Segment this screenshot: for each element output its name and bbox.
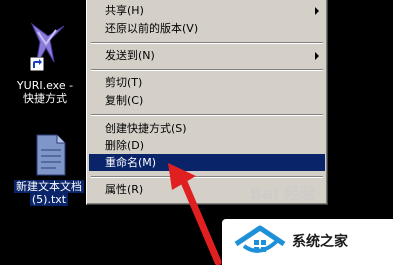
brand-logo: 系统之家 xyxy=(222,219,393,265)
baidu-watermark: Bai 经验 xyxy=(250,184,317,203)
brand-name: 系统之家 xyxy=(292,234,348,250)
house-logo-icon xyxy=(234,225,286,253)
